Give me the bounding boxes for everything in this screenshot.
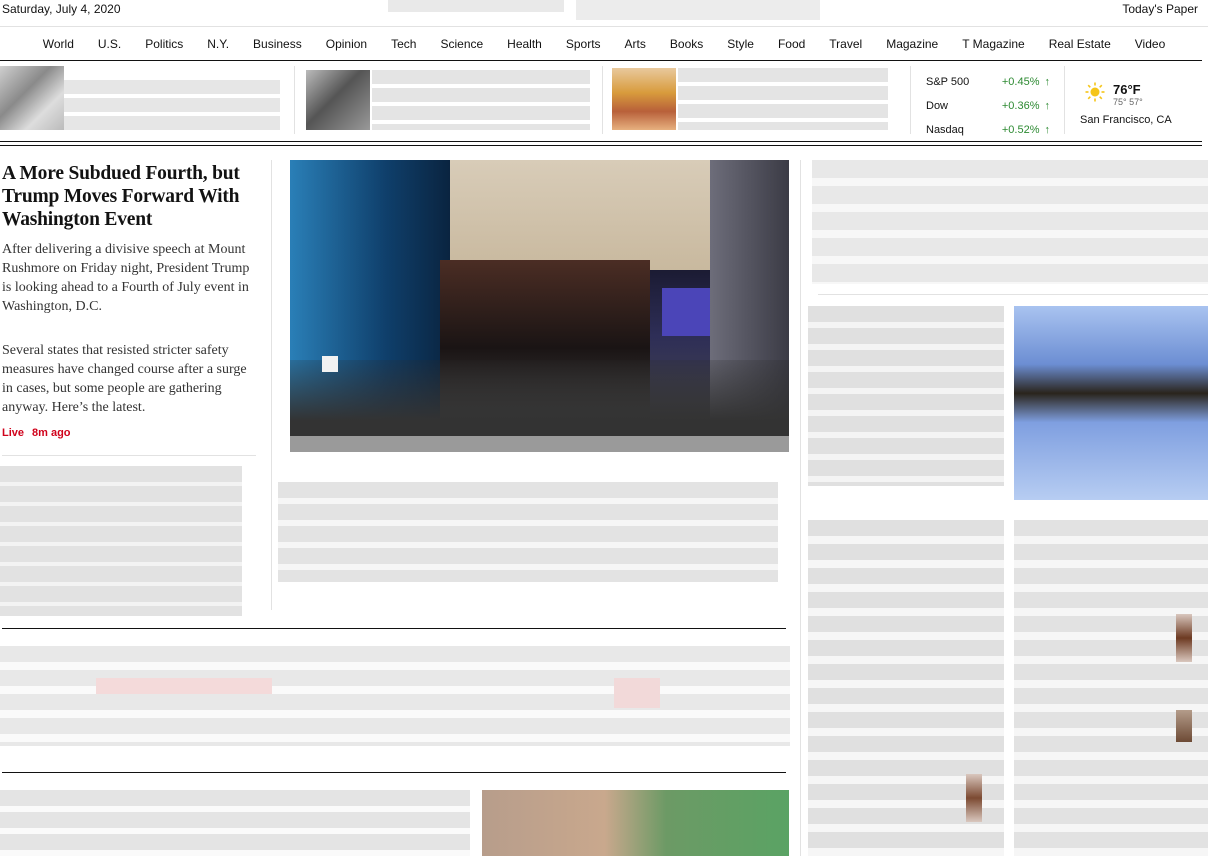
opinion-thumb-small-1[interactable] <box>1176 614 1192 662</box>
lead-photo[interactable] <box>290 160 789 436</box>
opinion-thumb-small-3[interactable] <box>966 774 982 822</box>
nav-item-world[interactable]: World <box>31 37 86 51</box>
market-change-value: +0.45% <box>1001 76 1040 88</box>
market-change-value: +0.52% <box>1001 124 1040 136</box>
opinion-thumb-small-2[interactable] <box>1176 710 1192 742</box>
nav-item-politics[interactable]: Politics <box>133 37 195 51</box>
weather-hilo: 75° 57° <box>1113 97 1143 107</box>
market-change: +0.45% ↑ <box>1002 76 1050 88</box>
live-status: Live 8m ago <box>2 427 79 439</box>
lead-column-divider <box>271 160 272 610</box>
weather-temp[interactable]: 76°F <box>1113 82 1141 97</box>
story-row-accent <box>96 678 272 694</box>
nav-item-u-s[interactable]: U.S. <box>86 37 133 51</box>
markets-widget[interactable]: S&P 500 +0.45% ↑ Dow +0.36% ↑ Nasdaq +0.52% ↑ <box>926 70 1050 142</box>
lead-summary-1[interactable]: After delivering a divisive speech at Mo… <box>2 240 258 316</box>
section-rule-top <box>0 141 1202 142</box>
story-row-accent-2 <box>614 678 660 708</box>
opinion-blurred-2[interactable] <box>808 306 1004 486</box>
section-rule-bottom <box>0 145 1202 146</box>
opinion-blurred-4[interactable] <box>1014 520 1208 856</box>
arrow-up-icon: ↑ <box>1044 100 1051 112</box>
arrow-up-icon: ↑ <box>1044 76 1051 88</box>
nav-divider-bottom <box>0 60 1202 61</box>
nav-item-video[interactable]: Video <box>1123 37 1177 51</box>
nav-item-business[interactable]: Business <box>241 37 314 51</box>
lead-summary-2[interactable]: Several states that resisted stricter sa… <box>2 341 258 417</box>
arrow-up-icon: ↑ <box>1044 124 1051 136</box>
nav-item-sports[interactable]: Sports <box>554 37 613 51</box>
section-rule-2 <box>2 628 786 629</box>
nav-item-science[interactable]: Science <box>428 37 495 51</box>
market-row[interactable]: Nasdaq +0.52% ↑ <box>926 118 1050 142</box>
briefing-thumb-2[interactable] <box>306 70 370 130</box>
lead-photo-credit <box>290 436 789 452</box>
market-change: +0.52% ↑ <box>1002 124 1050 136</box>
nav-item-real-estate[interactable]: Real Estate <box>1037 37 1123 51</box>
date-label: Saturday, July 4, 2020 <box>2 2 121 16</box>
bottom-row-thumb[interactable] <box>482 790 789 856</box>
nav-item-t-magazine[interactable]: T Magazine <box>950 37 1036 51</box>
nav-item-tech[interactable]: Tech <box>379 37 428 51</box>
right-divider <box>818 294 1208 295</box>
masthead-logo-part[interactable] <box>576 0 820 20</box>
nav-item-food[interactable]: Food <box>766 37 817 51</box>
nav-item-travel[interactable]: Travel <box>817 37 874 51</box>
story-row-blurred[interactable] <box>0 646 790 746</box>
nav-item-books[interactable]: Books <box>658 37 715 51</box>
section-rule-3 <box>2 772 786 773</box>
briefing-text-3[interactable] <box>678 68 888 130</box>
nav-item-opinion[interactable]: Opinion <box>314 37 379 51</box>
market-name: Nasdaq <box>926 124 964 136</box>
nav-item-magazine[interactable]: Magazine <box>874 37 950 51</box>
main-column-divider <box>800 160 801 856</box>
briefing-thumb-1[interactable] <box>0 66 64 130</box>
lead-photo-caption <box>278 482 778 582</box>
briefing-divider-2 <box>602 66 603 134</box>
briefing-text-2[interactable] <box>372 70 590 130</box>
market-change-value: +0.36% <box>1001 100 1040 112</box>
briefing-thumb-3[interactable] <box>612 68 676 130</box>
market-name: Dow <box>926 100 949 112</box>
nav-item-health[interactable]: Health <box>495 37 554 51</box>
lead-divider <box>2 455 256 456</box>
briefing-text-1[interactable] <box>64 80 280 134</box>
lead-headline[interactable]: A More Subdued Fourth, but Trump Moves F… <box>2 162 252 231</box>
secondary-story-blurred[interactable] <box>0 466 242 616</box>
bottom-row-blurred[interactable] <box>0 790 470 856</box>
masthead-logo[interactable] <box>388 0 564 12</box>
market-row[interactable]: Dow +0.36% ↑ <box>926 94 1050 118</box>
nav-item-n-y[interactable]: N.Y. <box>195 37 241 51</box>
nav-divider-top <box>0 26 1208 27</box>
live-label: Live <box>2 427 25 439</box>
todays-paper-link[interactable]: Today's Paper <box>1122 2 1198 16</box>
sun-icon <box>1085 82 1105 102</box>
live-timestamp: 8m ago <box>32 427 71 439</box>
opinion-thumb[interactable] <box>1014 306 1208 500</box>
markets-divider <box>910 66 911 134</box>
nav-item-arts[interactable]: Arts <box>613 37 658 51</box>
opinion-blurred-1[interactable] <box>812 160 1208 284</box>
section-nav: World U.S. Politics N.Y. Business Opinion Tech… <box>0 37 1208 51</box>
market-row[interactable]: S&P 500 +0.45% ↑ <box>926 70 1050 94</box>
weather-divider <box>1064 66 1065 134</box>
market-change: +0.36% ↑ <box>1002 100 1050 112</box>
market-name: S&P 500 <box>926 76 970 88</box>
briefing-divider-1 <box>294 66 295 134</box>
weather-location[interactable]: San Francisco, CA <box>1080 114 1172 126</box>
nav-item-style[interactable]: Style <box>715 37 766 51</box>
